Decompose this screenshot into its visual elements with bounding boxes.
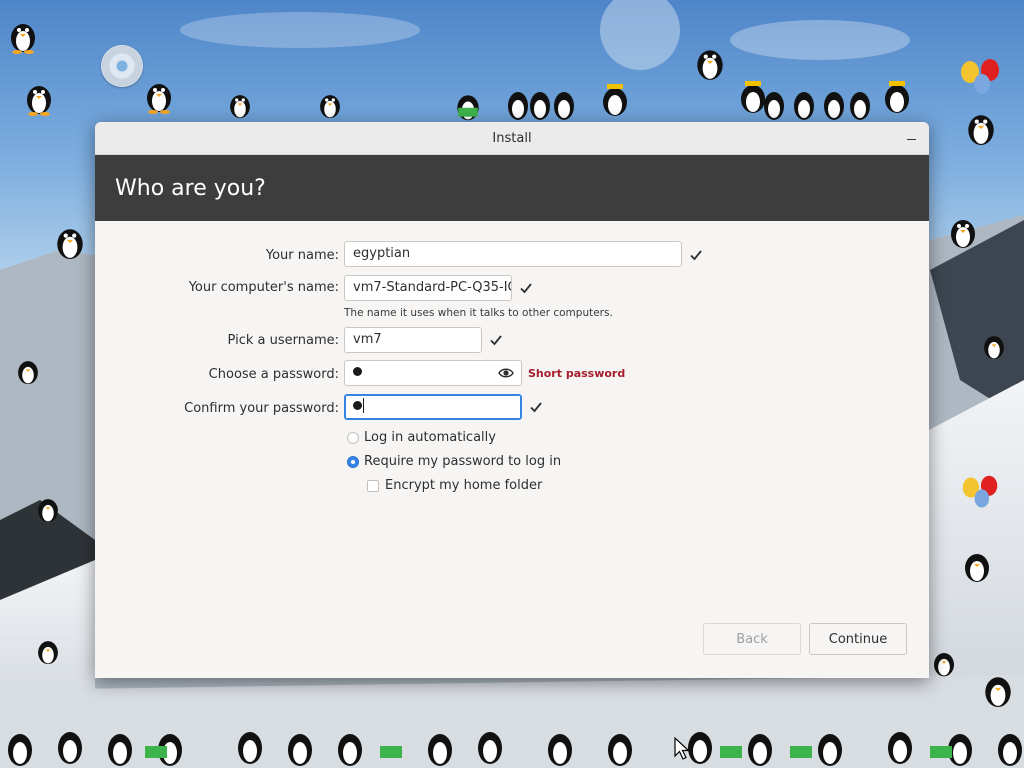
- penguin-icon: [38, 641, 58, 665]
- password-strength-warning: Short password: [528, 367, 626, 380]
- back-button[interactable]: Back: [703, 623, 801, 655]
- eye-icon[interactable]: [498, 366, 514, 380]
- penguin-icon: [38, 499, 58, 523]
- installer-window: Install Who are you? Your name: egyptian…: [95, 122, 929, 678]
- penguin-row: [8, 732, 1022, 766]
- name-label: Your name:: [265, 248, 339, 263]
- require-password-label: Require my password to log in: [364, 454, 562, 469]
- radio-require-password[interactable]: [347, 455, 359, 468]
- balloon-icon: [961, 59, 999, 94]
- text-caret: [363, 398, 364, 413]
- penguin-icon: [603, 84, 627, 116]
- name-field[interactable]: egyptian: [344, 241, 682, 267]
- penguin-icon: [697, 50, 723, 80]
- penguin-group: [508, 92, 574, 120]
- password-field[interactable]: [344, 360, 522, 386]
- window-title: Install: [492, 130, 532, 146]
- check-icon: [690, 250, 702, 261]
- encrypt-home-label: Encrypt my home folder: [385, 478, 543, 493]
- penguin-icon: [57, 229, 83, 259]
- computer-name-label: Your computer's name:: [188, 280, 339, 295]
- continue-button[interactable]: Continue: [809, 623, 907, 655]
- penguin-icon: [965, 554, 989, 582]
- login-automatically-label: Log in automatically: [364, 430, 496, 445]
- user-form: Your name: egyptian Your computer's name…: [95, 221, 929, 678]
- confirm-password-label: Confirm your password:: [184, 401, 339, 416]
- penguin-icon: [951, 220, 975, 248]
- encrypt-home-option[interactable]: Encrypt my home folder: [367, 478, 542, 493]
- penguin-icon: [985, 677, 1011, 707]
- check-icon: [490, 335, 502, 346]
- page-title: Who are you?: [115, 175, 266, 201]
- username-field[interactable]: vm7: [344, 327, 482, 353]
- password-label: Choose a password:: [208, 367, 339, 382]
- penguin-icon: [984, 336, 1004, 360]
- password-dot: [353, 367, 362, 376]
- check-icon: [530, 402, 542, 413]
- penguin-group: [764, 92, 870, 120]
- require-password-option[interactable]: Require my password to log in: [347, 454, 561, 469]
- mouse-cursor-icon: [674, 737, 691, 760]
- penguin-icon: [147, 84, 171, 114]
- encrypt-home-checkbox[interactable]: [367, 479, 379, 492]
- minimize-icon: [906, 138, 916, 140]
- penguin-icon: [934, 653, 954, 677]
- penguin-icon: [885, 81, 909, 113]
- desktop-background: Install Who are you? Your name: egyptian…: [0, 0, 1024, 768]
- title-bar[interactable]: Install: [95, 122, 929, 155]
- page-header: Who are you?: [95, 155, 929, 221]
- penguin-icon: [457, 95, 479, 121]
- password-dot: [353, 401, 362, 410]
- login-automatically-option[interactable]: Log in automatically: [347, 430, 496, 445]
- penguin-icon: [320, 95, 340, 119]
- username-label: Pick a username:: [227, 333, 339, 348]
- check-icon: [520, 283, 532, 294]
- penguin-icon: [968, 115, 994, 145]
- penguin-icon: [230, 95, 250, 119]
- balloon-icon: [962, 475, 998, 508]
- penguin-icon: [27, 86, 51, 116]
- penguin-icon: [18, 361, 38, 385]
- computer-name-field[interactable]: vm7-Standard-PC-Q35-IC: [344, 275, 512, 301]
- penguin-icon: [11, 24, 35, 54]
- confirm-password-field[interactable]: [344, 394, 522, 420]
- computer-name-hint: The name it uses when it talks to other …: [344, 307, 613, 319]
- radio-login-auto[interactable]: [347, 431, 359, 444]
- disc-icon[interactable]: [101, 45, 143, 87]
- minimize-button[interactable]: [903, 129, 919, 145]
